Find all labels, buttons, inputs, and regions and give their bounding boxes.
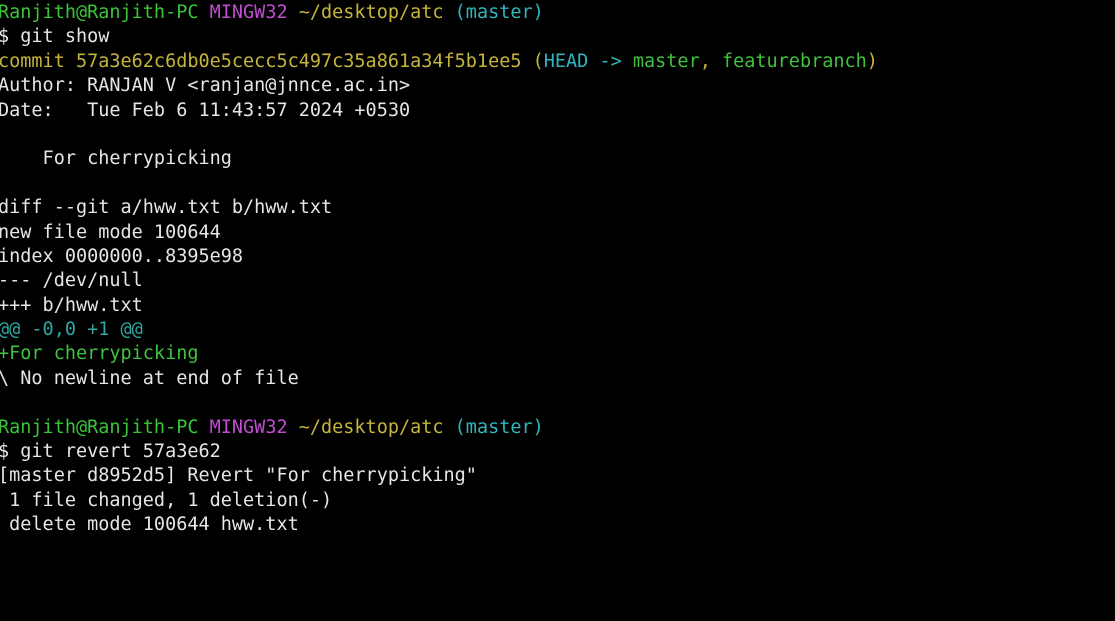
ref-close-paren: ) [866, 50, 878, 72]
diff-index: index 0000000..8395e98 [0, 245, 244, 267]
diff-no-newline: \ No newline at end of file [0, 367, 299, 389]
revert-stats: 1 file changed, 1 deletion(-) [0, 489, 333, 511]
revert-delete-mode: delete mode 100644 hww.txt [0, 514, 299, 536]
prompt-symbol: $ [0, 26, 10, 48]
prompt-branch: (master) [454, 2, 544, 23]
ref-head: HEAD -> [543, 50, 633, 72]
ref-open-paren: ( [532, 50, 544, 72]
diff-plus-file: +++ b/hww.txt [0, 294, 143, 316]
diff-minus-file: --- /dev/null [0, 270, 143, 292]
diff-file-mode: new file mode 100644 [0, 221, 221, 243]
ref-featurebranch: featurebranch [721, 50, 867, 72]
ref-separator: , [699, 50, 722, 72]
diff-hunk-header: @@ -0,0 +1 @@ [0, 319, 143, 341]
prompt-msystem: MINGW32 [209, 2, 288, 23]
terminal-window[interactable]: Ranjith@Ranjith-PC MINGW32 ~/desktop/atc… [0, 0, 1115, 621]
prompt-branch: (master) [454, 416, 544, 438]
command-line: $ git revert 57a3e62 [0, 440, 1115, 464]
commit-message: For cherrypicking [0, 148, 232, 170]
prompt-line: Ranjith@Ranjith-PC MINGW32 ~/desktop/atc… [0, 1, 1115, 25]
command-text: git show [20, 26, 110, 48]
ref-master: master [632, 50, 700, 72]
commit-date: Date: Tue Feb 6 11:43:57 2024 +0530 [0, 99, 411, 121]
prompt-symbol: $ [0, 441, 10, 463]
prompt-path: ~/desktop/atc [298, 416, 444, 438]
command-text: git revert 57a3e62 [20, 441, 221, 463]
command-line: $ git show [0, 25, 1115, 49]
prompt-msystem: MINGW32 [209, 416, 288, 438]
revert-summary: [master d8952d5] Revert "For cherrypicki… [0, 465, 477, 487]
commit-hash: commit 57a3e62c6db0e5cecc5c497c35a861a34… [0, 50, 522, 72]
prompt-user-host: Ranjith@Ranjith-PC [0, 416, 199, 438]
prompt-user-host: Ranjith@Ranjith-PC [0, 2, 199, 23]
diff-added-line: +For cherrypicking [0, 343, 199, 365]
prompt-line: Ranjith@Ranjith-PC MINGW32 ~/desktop/atc… [0, 416, 1115, 440]
commit-author: Author: RANJAN V <ranjan@jnnce.ac.in> [0, 75, 411, 97]
commit-line: commit 57a3e62c6db0e5cecc5c497c35a861a34… [0, 50, 1115, 74]
diff-header: diff --git a/hww.txt b/hww.txt [0, 197, 333, 219]
prompt-path: ~/desktop/atc [298, 2, 444, 23]
